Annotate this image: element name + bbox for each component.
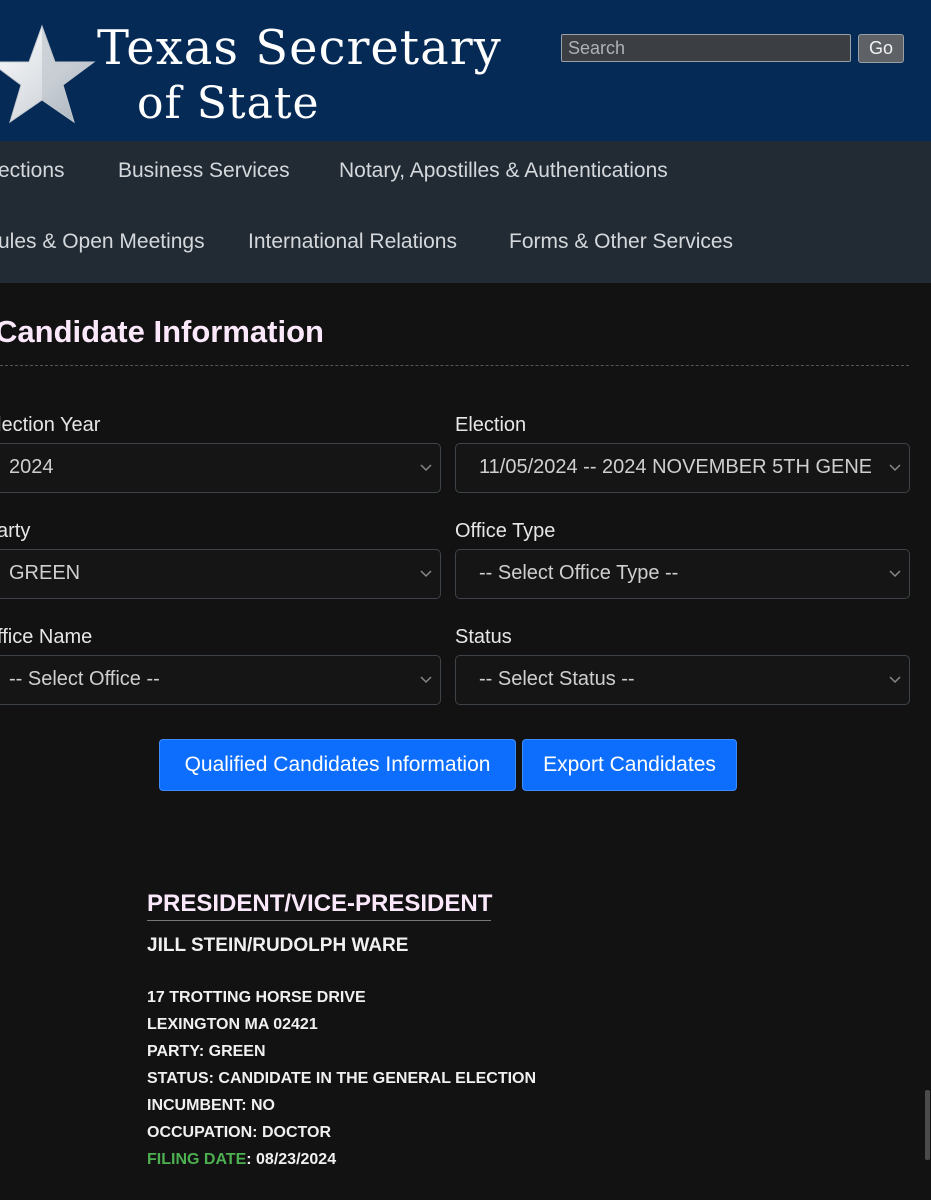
chevron-down-icon [889, 570, 901, 578]
logo-text-line-2[interactable]: of State [137, 78, 320, 129]
chevron-down-icon [889, 676, 901, 684]
filing-date-label: FILING DATE [147, 1151, 247, 1168]
party-select[interactable]: GREEN [0, 549, 441, 599]
page-title: Candidate Information [0, 314, 324, 349]
main-nav: ections Business Services Notary, Aposti… [0, 141, 931, 283]
texas-star-logo[interactable] [0, 20, 98, 132]
filing-date-value: : 08/23/2024 [246, 1151, 337, 1168]
party-value: GREEN [9, 562, 81, 584]
election-year-label: lection Year [0, 414, 101, 436]
status-value: -- Select Status -- [479, 668, 635, 690]
candidate-address-line-1: 17 TROTTING HORSE DRIVE [147, 989, 366, 1006]
office-type-select[interactable]: -- Select Office Type -- [455, 549, 910, 599]
candidate-party: PARTY: GREEN [147, 1043, 266, 1060]
office-type-value: -- Select Office Type -- [479, 562, 679, 584]
candidate-filing-date: FILING DATE: 08/23/2024 [147, 1151, 336, 1169]
scrollbar-thumb[interactable] [925, 1090, 930, 1160]
candidate-address-line-2: LEXINGTON MA 02421 [147, 1016, 318, 1033]
chevron-down-icon [889, 464, 901, 472]
nav-item-international-relations[interactable]: International Relations [248, 230, 457, 254]
office-type-label: Office Type [455, 520, 556, 542]
title-divider [0, 365, 909, 366]
office-name-value: -- Select Office -- [9, 668, 160, 690]
logo-text-line-1[interactable]: Texas Secretary [97, 20, 502, 76]
search-go-button[interactable]: Go [858, 34, 904, 63]
chevron-down-icon [420, 570, 432, 578]
site-header: Texas Secretary of State Go [0, 0, 931, 141]
office-heading-underline [147, 920, 491, 921]
chevron-down-icon [420, 676, 432, 684]
nav-item-forms-other-services[interactable]: Forms & Other Services [509, 230, 733, 254]
candidate-status: STATUS: CANDIDATE IN THE GENERAL ELECTIO… [147, 1070, 537, 1087]
status-label: Status [455, 626, 512, 648]
candidate-occupation: OCCUPATION: DOCTOR [147, 1124, 331, 1141]
chevron-down-icon [420, 464, 432, 472]
election-select[interactable]: 11/05/2024 -- 2024 NOVEMBER 5TH GENERAL … [455, 443, 910, 493]
party-label: arty [0, 520, 31, 542]
election-value: 11/05/2024 -- 2024 NOVEMBER 5TH GENERAL … [479, 456, 871, 478]
office-heading: PRESIDENT/VICE-PRESIDENT [147, 890, 493, 917]
nav-item-elections[interactable]: ections [0, 159, 65, 183]
qualified-candidates-button[interactable]: Qualified Candidates Information [159, 739, 516, 791]
candidate-name: JILL STEIN/RUDOLPH WARE [147, 935, 409, 956]
office-name-select[interactable]: -- Select Office -- [0, 655, 441, 705]
status-select[interactable]: -- Select Status -- [455, 655, 910, 705]
nav-item-rules-open-meetings[interactable]: ules & Open Meetings [0, 230, 205, 254]
election-year-value: 2024 [9, 456, 54, 478]
candidate-incumbent: INCUMBENT: NO [147, 1097, 275, 1114]
search-input[interactable] [561, 34, 851, 62]
nav-item-notary-apostilles[interactable]: Notary, Apostilles & Authentications [339, 159, 668, 183]
election-year-select[interactable]: 2024 [0, 443, 441, 493]
export-candidates-button[interactable]: Export Candidates [522, 739, 737, 791]
election-label: Election [455, 414, 527, 436]
nav-item-business-services[interactable]: Business Services [118, 159, 290, 183]
office-name-label: ffice Name [0, 626, 93, 648]
